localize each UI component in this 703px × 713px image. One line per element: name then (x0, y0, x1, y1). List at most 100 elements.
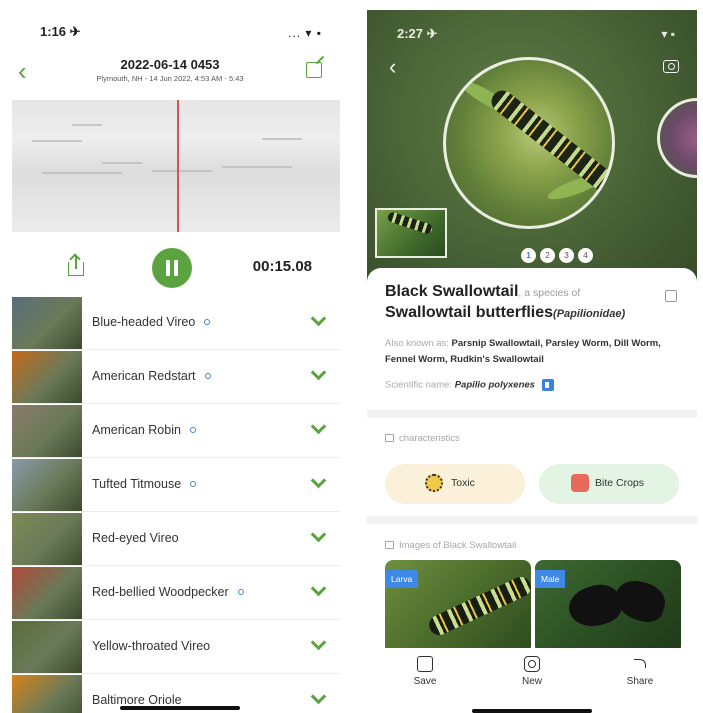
bird-thumbnail (12, 513, 82, 565)
species-row[interactable]: Yellow-throated Vireo (12, 620, 340, 674)
status-icons: ... ▾ ▪ (288, 26, 322, 40)
pronounce-icon[interactable] (541, 379, 554, 391)
main-photo[interactable] (443, 57, 615, 229)
info-icon[interactable] (190, 427, 196, 433)
expand-chevron-icon[interactable] (312, 691, 324, 703)
expand-chevron-icon[interactable] (312, 421, 324, 433)
left-phone-screen: 1:16 ✈ ... ▾ ▪ ‹ 2022-06-14 0453 Plymout… (0, 0, 340, 713)
scientific-label: Scientific name: (385, 379, 453, 391)
species-name: Red-eyed Vireo (92, 531, 179, 545)
home-indicator (120, 706, 240, 710)
species-name: Baltimore Oriole (92, 693, 182, 707)
expand-chevron-icon[interactable] (312, 475, 324, 487)
characteristic-bite-crops[interactable]: Bite Crops (539, 464, 679, 504)
image-icon (385, 541, 394, 549)
bird-thumbnail (12, 297, 82, 349)
species-heading: Black Swallowtail, a species of Swallowt… (385, 282, 655, 324)
photo-thumbnail[interactable] (375, 208, 447, 258)
hero-photo-area: 2:27 ✈ ▾ ▪ ‹ 1 2 3 4 (367, 10, 697, 290)
right-phone-screen: 2:27 ✈ ▾ ▪ ‹ 1 2 3 4 Black Swallowtail, … (367, 10, 697, 713)
share-icon[interactable] (68, 256, 84, 276)
list-icon (385, 434, 394, 442)
characteristic-toxic[interactable]: Toxic (385, 464, 525, 504)
info-icon[interactable] (205, 373, 211, 379)
next-photo[interactable] (657, 98, 697, 178)
species-row[interactable]: Red-eyed Vireo (12, 512, 340, 566)
info-icon[interactable] (190, 481, 196, 487)
species-name: American Redstart (92, 369, 196, 383)
expand-chevron-icon[interactable] (312, 367, 324, 379)
playback-cursor[interactable] (177, 100, 179, 232)
characteristic-label: Bite Crops (595, 477, 645, 489)
spectrogram[interactable] (12, 100, 340, 232)
bird-thumbnail (12, 675, 82, 713)
bird-thumbnail (12, 621, 82, 673)
bird-thumbnail (12, 567, 82, 619)
pause-button[interactable] (152, 248, 192, 288)
photo-tag: Male (535, 570, 566, 588)
species-name: Tufted Titmouse (92, 477, 182, 491)
species-name: Blue-headed Vireo (92, 315, 196, 329)
species-list: Blue-headed Vireo American Redstart Americ… (12, 296, 340, 713)
pager-dot-2[interactable]: 2 (540, 248, 555, 263)
edit-icon[interactable] (665, 290, 677, 302)
species-row[interactable]: American Redstart (12, 350, 340, 404)
edit-icon[interactable] (306, 62, 322, 78)
back-chevron-icon[interactable]: ‹ (389, 54, 396, 80)
pager-dot-3[interactable]: 3 (559, 248, 574, 263)
species-name: Black Swallowtail (385, 283, 519, 300)
status-time: 2:27 ✈ (397, 26, 438, 41)
bird-thumbnail (12, 459, 82, 511)
status-bar: 1:16 ✈ ... ▾ ▪ (0, 24, 340, 44)
species-connector: , a species of (518, 287, 581, 299)
expand-chevron-icon[interactable] (312, 313, 324, 325)
playback-controls: 00:15.08 (0, 244, 340, 292)
share-button[interactable]: Share (610, 656, 670, 687)
larva-photo[interactable]: Larva (385, 560, 531, 654)
elapsed-time: 00:15.08 (252, 258, 312, 275)
status-time: 1:16 ✈ (40, 24, 81, 39)
section-divider (367, 410, 697, 418)
scientific-name: Scientific name: Papilio polyxenes (385, 379, 554, 391)
photo-tag: Larva (385, 570, 419, 588)
toxic-icon (425, 474, 443, 492)
species-name: American Robin (92, 423, 181, 437)
species-row[interactable]: Red-bellied Woodpecker (12, 566, 340, 620)
bird-thumbnail (12, 351, 82, 403)
recording-title: 2022-06-14 0453 (120, 57, 220, 72)
bite-crops-icon (571, 474, 589, 492)
section-divider (367, 516, 697, 524)
home-indicator (472, 709, 592, 713)
bird-thumbnail (12, 405, 82, 457)
species-name: Yellow-throated Vireo (92, 639, 211, 653)
save-button[interactable]: Save (395, 656, 455, 687)
images-title: Images of Black Swallowtail (385, 540, 516, 551)
expand-chevron-icon[interactable] (312, 637, 324, 649)
pager-dot-1[interactable]: 1 (521, 248, 536, 263)
share-icon (632, 656, 648, 672)
camera-icon[interactable] (663, 60, 679, 73)
info-icon[interactable] (204, 319, 210, 325)
species-row[interactable]: American Robin (12, 404, 340, 458)
scientific-value: Papilio polyxenes (454, 379, 535, 391)
characteristic-label: Toxic (451, 477, 475, 489)
expand-chevron-icon[interactable] (312, 529, 324, 541)
pager-dot-4[interactable]: 4 (578, 248, 593, 263)
save-icon (417, 656, 433, 672)
male-photo[interactable]: Male (535, 560, 681, 654)
species-family: (Papilionidae) (553, 308, 626, 320)
recording-header: ‹ 2022-06-14 0453 Plymouth, NH - 14 Jun … (0, 54, 340, 96)
camera-icon (524, 656, 540, 672)
aka-label: Also known as: (385, 338, 449, 349)
characteristics-title: characteristics (385, 433, 460, 444)
species-card: Black Swallowtail, a species of Swallowt… (367, 268, 697, 713)
expand-chevron-icon[interactable] (312, 583, 324, 595)
species-row[interactable]: Blue-headed Vireo (12, 296, 340, 350)
new-button[interactable]: New (502, 656, 562, 687)
species-row[interactable]: Tufted Titmouse (12, 458, 340, 512)
bottom-toolbar: Save New Share (367, 648, 697, 708)
status-icons: ▾ ▪ (661, 27, 675, 41)
species-group[interactable]: Swallowtail butterflies (385, 304, 553, 321)
also-known-as: Also known as: Parsnip Swallowtail, Pars… (385, 336, 691, 368)
info-icon[interactable] (238, 589, 244, 595)
